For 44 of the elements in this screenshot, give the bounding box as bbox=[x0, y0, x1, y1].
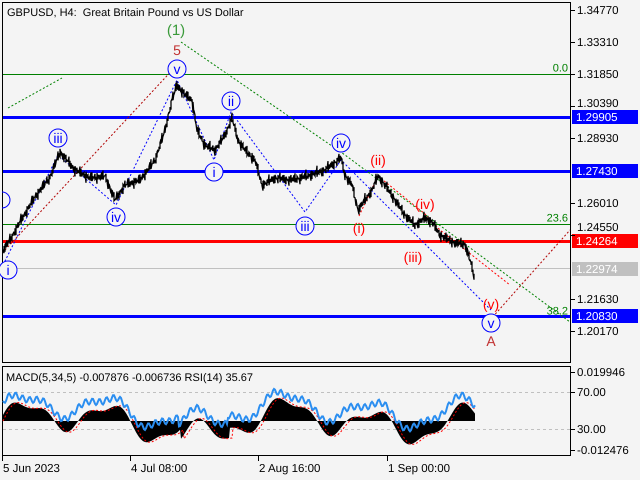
wave-label: iii bbox=[296, 216, 314, 236]
wave-label: iv bbox=[332, 134, 350, 152]
price-axis-label: 1.34770 bbox=[577, 5, 619, 17]
fibonacci-level-label: 38.2 bbox=[546, 306, 568, 318]
time-axis-label: 4 Jul 08:00 bbox=[131, 463, 188, 475]
price-axis-label: 1.30390 bbox=[577, 98, 619, 110]
indicator-axis-label: 0.019946 bbox=[577, 367, 625, 379]
price-axis-label: 1.33310 bbox=[577, 37, 619, 49]
chart-title: GBPUSD, H4: Great Britain Pound vs US Dollar bbox=[7, 7, 244, 19]
price-axis-label: 1.21630 bbox=[577, 294, 619, 306]
wave-label: iii bbox=[48, 128, 68, 148]
price-axis-label: 1.28930 bbox=[577, 133, 619, 145]
price-axis-label: 1.31850 bbox=[577, 69, 619, 81]
wave-label: v bbox=[482, 314, 500, 332]
time-axis-label: 2 Aug 16:00 bbox=[259, 463, 320, 475]
wave-label: (ii) bbox=[370, 152, 386, 168]
wave-label: 5 bbox=[173, 42, 181, 58]
wave-label: v bbox=[168, 60, 186, 78]
price-axis-label: 1.20170 bbox=[577, 326, 619, 338]
wave-label: i bbox=[0, 260, 18, 280]
price-axis-label: 1.26010 bbox=[577, 198, 619, 210]
wave-label: (iii) bbox=[404, 249, 422, 265]
wave-label: i bbox=[204, 162, 224, 182]
wave-label: A bbox=[486, 333, 496, 349]
price-level-tag: 1.24264 bbox=[572, 234, 638, 248]
price-level-tag: 1.29905 bbox=[572, 110, 638, 124]
wave-label: (1) bbox=[166, 22, 186, 39]
fibonacci-level-label: 23.6 bbox=[546, 212, 568, 224]
wave-label: ii bbox=[222, 92, 240, 110]
wave-label: (iv) bbox=[415, 196, 435, 212]
indicator-axis-label: 30.00 bbox=[577, 424, 606, 436]
wave-label: iv bbox=[106, 208, 126, 226]
indicator-header: MACD(5,34,5) -0.007876 -0.006736 RSI(14) 35.67 bbox=[6, 372, 254, 384]
indicator-axis-label: 70.00 bbox=[577, 387, 606, 399]
price-level-tag: 1.27430 bbox=[572, 164, 638, 178]
indicator-axis-label: -0.012476 bbox=[577, 445, 629, 457]
price-level-tag: 1.20830 bbox=[572, 309, 638, 323]
price-level-tag: 1.22974 bbox=[572, 262, 638, 276]
time-axis-label: 1 Sep 00:00 bbox=[388, 463, 450, 475]
fibonacci-level-label: 0.0 bbox=[552, 62, 568, 74]
wave-label: (i) bbox=[352, 220, 366, 236]
price-axis-label: 1.24550 bbox=[577, 222, 619, 234]
time-axis-label: 5 Jun 2023 bbox=[3, 463, 60, 475]
wave-label: (v) bbox=[482, 296, 500, 312]
